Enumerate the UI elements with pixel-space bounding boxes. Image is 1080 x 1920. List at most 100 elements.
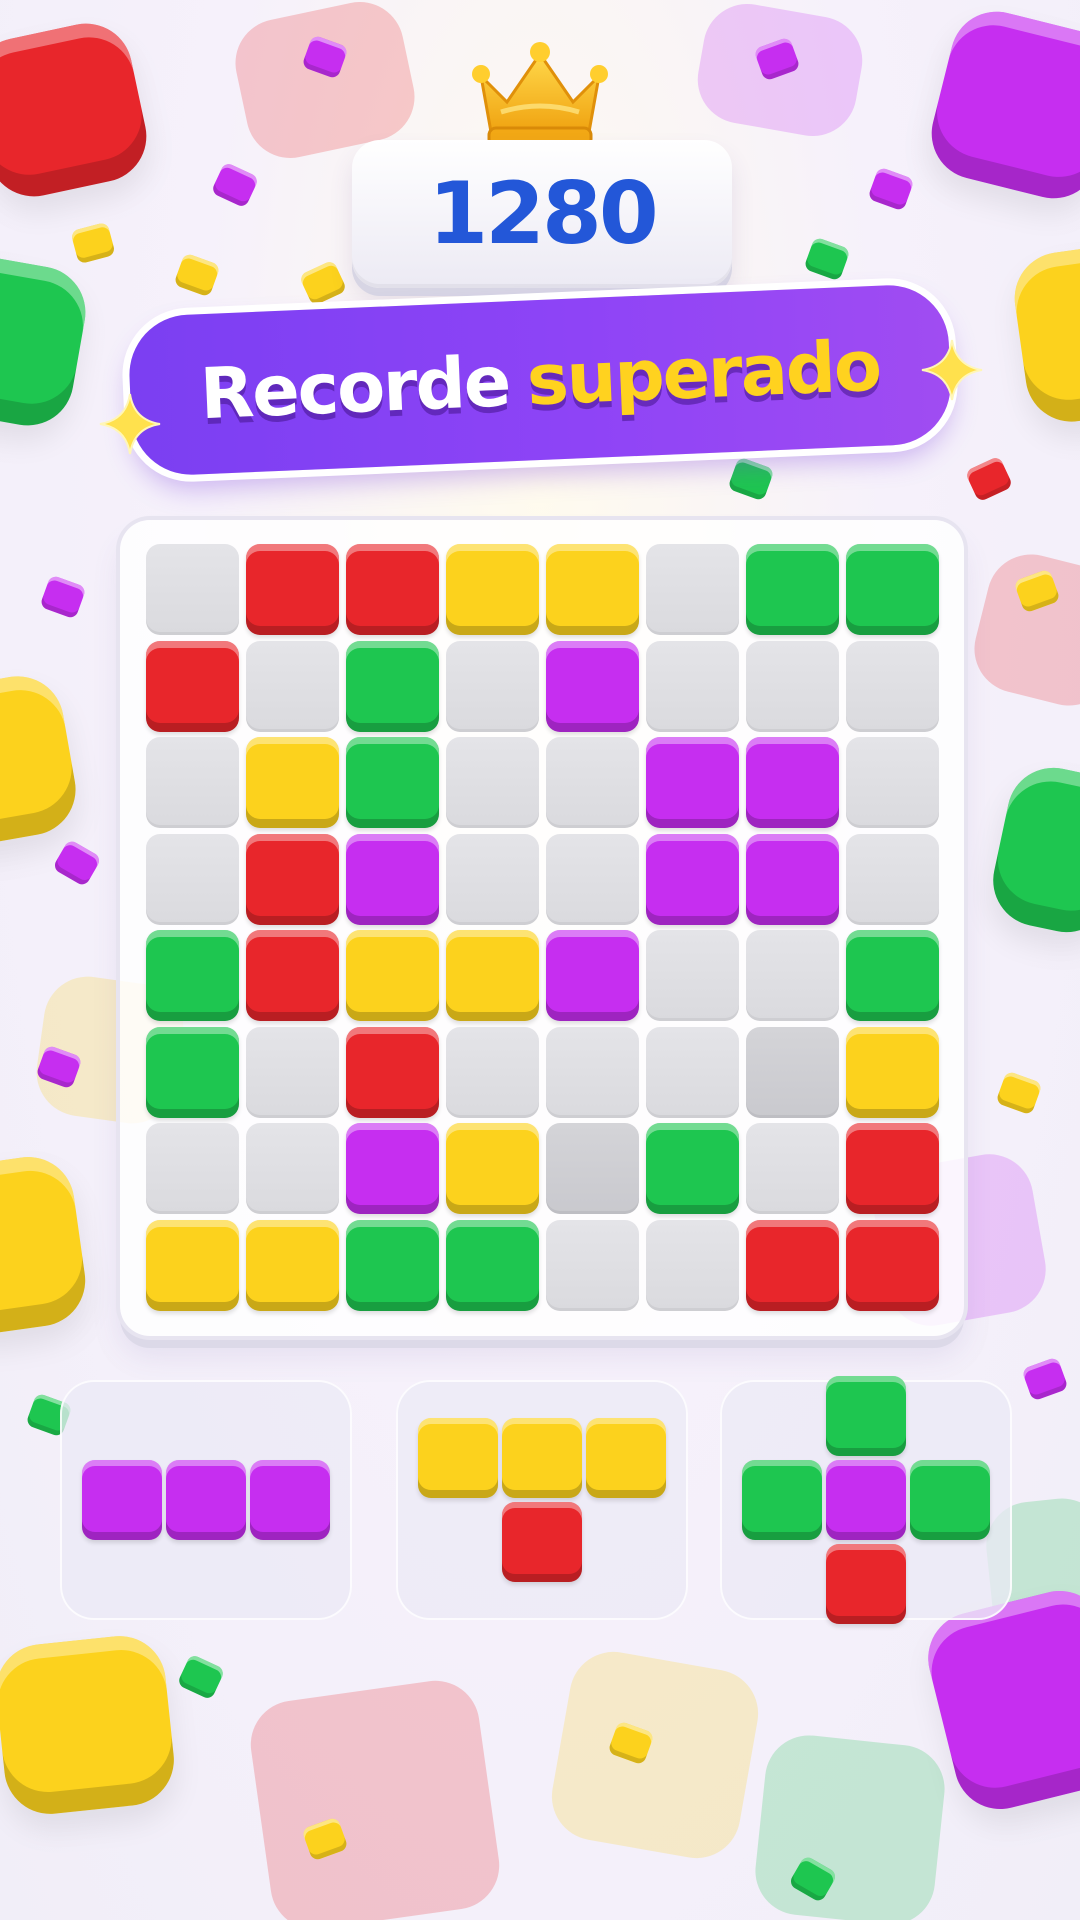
confetti-piece: [39, 574, 87, 620]
decor-block: [0, 15, 155, 205]
board-cell-yellow[interactable]: [146, 1219, 239, 1311]
board-cell-yellow[interactable]: [546, 544, 639, 635]
board-cell-empty[interactable]: [746, 930, 839, 1021]
board-cell-red[interactable]: [746, 1219, 839, 1311]
purple-line-piece[interactable]: [82, 1460, 330, 1540]
board-cell-empty[interactable]: [646, 544, 739, 635]
board-cell-yellow[interactable]: [246, 737, 339, 828]
plus-piece[interactable]: [742, 1376, 990, 1624]
piece-block-green: [742, 1460, 822, 1540]
banner-word-record: Recorde: [198, 340, 511, 436]
confetti-piece: [176, 1653, 226, 1701]
score-panel: 1280: [352, 140, 732, 288]
board-cell-red[interactable]: [246, 544, 339, 635]
board-cell-green[interactable]: [346, 737, 439, 828]
board-cell-red[interactable]: [246, 833, 339, 925]
confetti-piece: [964, 455, 1014, 503]
piece-block-green: [910, 1460, 990, 1540]
decor-block: [921, 1, 1080, 209]
board-cell-yellow[interactable]: [246, 1219, 339, 1311]
piece-block-green: [826, 1376, 906, 1456]
board-grid: [146, 544, 939, 1314]
board-cell-empty[interactable]: [546, 1219, 639, 1311]
piece-block-purple: [166, 1460, 246, 1540]
board-cell-purple[interactable]: [646, 737, 739, 828]
confetti-piece: [995, 1070, 1043, 1116]
board-cell-purple[interactable]: [746, 833, 839, 925]
board-cell-empty[interactable]: [846, 640, 939, 732]
decor-block: [0, 1631, 179, 1819]
board-cell-green[interactable]: [346, 1219, 439, 1311]
decor-block: [1008, 242, 1080, 428]
crown-icon: [472, 42, 608, 148]
board-cell-red[interactable]: [146, 640, 239, 732]
board-cell-empty[interactable]: [446, 1026, 539, 1118]
t-piece[interactable]: [418, 1418, 666, 1582]
board-cell-empty[interactable]: [646, 640, 739, 732]
board-cell-yellow[interactable]: [446, 1123, 539, 1214]
board-cell-yellow[interactable]: [446, 930, 539, 1021]
board-cell-yellow[interactable]: [446, 544, 539, 635]
board-cell-empty[interactable]: [446, 833, 539, 925]
board-cell-empty[interactable]: [746, 640, 839, 732]
board-cell-empty[interactable]: [746, 1026, 839, 1118]
piece-block-yellow: [418, 1418, 498, 1498]
piece-block-purple: [826, 1460, 906, 1540]
background-tile: [245, 1675, 505, 1920]
board-cell-red[interactable]: [846, 1219, 939, 1311]
board-cell-empty[interactable]: [746, 1123, 839, 1214]
board-cell-red[interactable]: [346, 544, 439, 635]
board-cell-empty[interactable]: [646, 1026, 739, 1118]
board-cell-red[interactable]: [246, 930, 339, 1021]
decor-block: [984, 759, 1080, 941]
board-cell-empty[interactable]: [246, 1123, 339, 1214]
board-cell-green[interactable]: [146, 1026, 239, 1118]
board-cell-green[interactable]: [846, 544, 939, 635]
board-cell-green[interactable]: [846, 930, 939, 1021]
background-tile: [751, 1731, 949, 1920]
piece-block-red: [826, 1544, 906, 1624]
board-cell-purple[interactable]: [346, 833, 439, 925]
sparkle-icon: [921, 339, 983, 401]
board-cell-purple[interactable]: [546, 930, 639, 1021]
sparkle-icon: [99, 393, 161, 455]
board-cell-empty[interactable]: [146, 737, 239, 828]
board-cell-empty[interactable]: [146, 1123, 239, 1214]
confetti-piece: [1021, 1356, 1069, 1402]
confetti-piece: [727, 456, 775, 502]
board-cell-green[interactable]: [446, 1219, 539, 1311]
board-cell-empty[interactable]: [546, 737, 639, 828]
board-cell-empty[interactable]: [246, 640, 339, 732]
piece-block-yellow: [586, 1418, 666, 1498]
board-cell-purple[interactable]: [646, 833, 739, 925]
board-cell-green[interactable]: [346, 640, 439, 732]
board-cell-empty[interactable]: [846, 833, 939, 925]
board-cell-empty[interactable]: [546, 1123, 639, 1214]
record-banner: Recorde superado: [127, 282, 953, 478]
board-cell-green[interactable]: [746, 544, 839, 635]
board-cell-yellow[interactable]: [846, 1026, 939, 1118]
board-cell-red[interactable]: [846, 1123, 939, 1214]
board-cell-red[interactable]: [346, 1026, 439, 1118]
board-cell-empty[interactable]: [246, 1026, 339, 1118]
board-cell-empty[interactable]: [646, 1219, 739, 1311]
board-cell-empty[interactable]: [146, 833, 239, 925]
confetti-piece: [867, 166, 915, 212]
board-cell-empty[interactable]: [846, 737, 939, 828]
board-cell-purple[interactable]: [346, 1123, 439, 1214]
board-cell-empty[interactable]: [646, 930, 739, 1021]
decor-block: [0, 669, 83, 851]
board-cell-purple[interactable]: [546, 640, 639, 732]
board-cell-green[interactable]: [646, 1123, 739, 1214]
board-cell-empty[interactable]: [546, 833, 639, 925]
board-cell-yellow[interactable]: [346, 930, 439, 1021]
board-cell-empty[interactable]: [146, 544, 239, 635]
board-cell-empty[interactable]: [446, 640, 539, 732]
game-screen: 1280 Recorde superado: [0, 0, 1080, 1920]
board-cell-empty[interactable]: [546, 1026, 639, 1118]
board-cell-green[interactable]: [146, 930, 239, 1021]
piece-block-yellow: [502, 1418, 582, 1498]
confetti-piece: [803, 236, 851, 282]
board-cell-purple[interactable]: [746, 737, 839, 828]
board-cell-empty[interactable]: [446, 737, 539, 828]
